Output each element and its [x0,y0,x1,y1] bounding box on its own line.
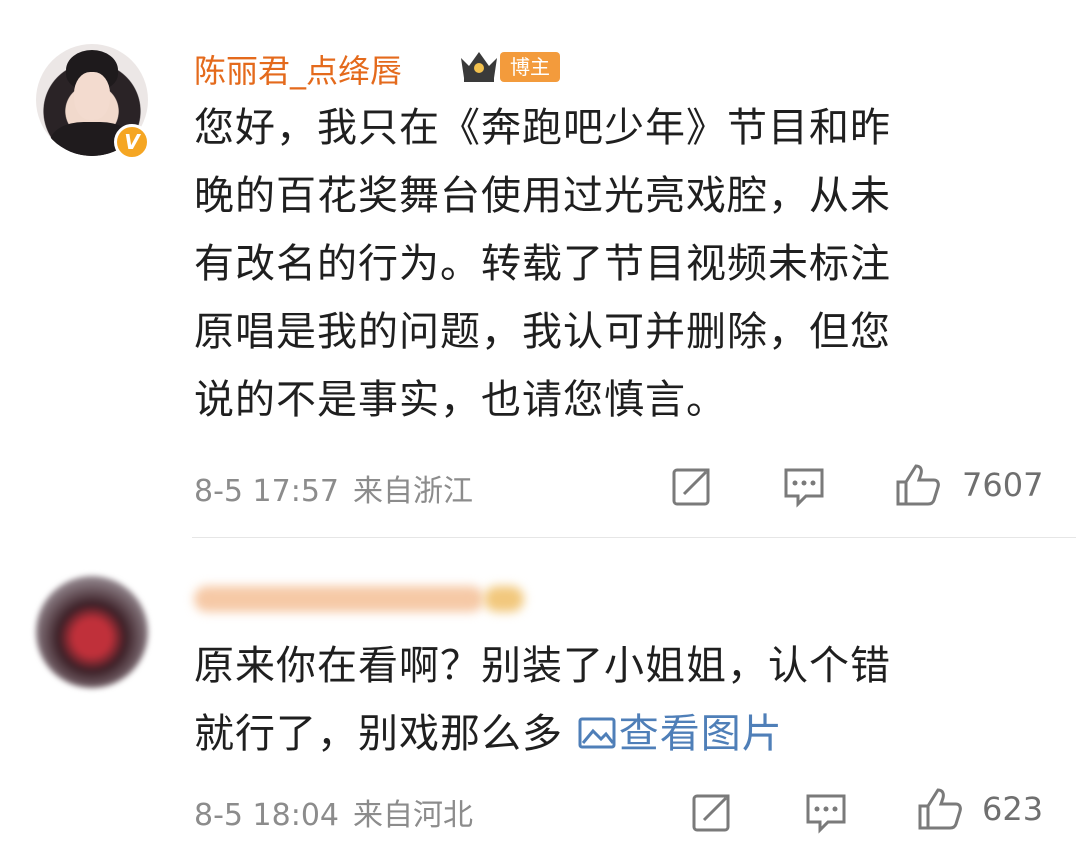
location: 来自浙江 [353,474,473,509]
location: 来自河北 [353,798,473,833]
comment-text: 原来你在看啊？别装了小姐姐，认个错 就行了，别戏那么多 查看图片 [194,632,1014,768]
comment-item: 原来你在看啊？别装了小姐姐，认个错 就行了，别戏那么多 查看图片 8-5 18:… [0,540,1076,852]
comment-line: 有改名的行为。转载了节目视频未标注 [194,241,891,287]
comment-line: 晚的百花奖舞台使用过光亮戏腔，从未 [194,173,891,219]
timestamp: 8-5 17:57 [194,474,339,509]
image-icon [578,717,616,749]
comment-meta: 8-5 17:57 来自浙江 [194,466,473,510]
blurred-badge [484,586,524,612]
comment-line: 说的不是事实，也请您慎言。 [194,377,727,423]
like-count: 7607 [962,466,1044,504]
view-image-label: 查看图片 [618,711,783,757]
comment-line: 原唱是我的问题，我认可并删除，但您 [194,309,891,355]
comment-line-text: 就行了，别戏那么多 [194,711,563,757]
role-badge: 博主 [500,52,560,82]
username[interactable]: 陈丽君_点绛唇 [194,46,402,92]
verified-badge: V [114,124,150,160]
avatar[interactable] [36,576,148,688]
repost-icon[interactable] [690,790,734,834]
reply-icon[interactable] [804,792,848,834]
repost-icon[interactable] [670,464,714,508]
comment-line: 原来你在看啊？别装了小姐姐，认个错 [194,643,891,689]
like-count: 623 [982,790,1044,828]
comment-text: 您好，我只在《奔跑吧少年》节目和昨 晚的百花奖舞台使用过光亮戏腔，从未 有改名的… [194,94,1014,434]
divider [192,537,1076,538]
blurred-username [194,586,484,612]
crown-icon [461,52,497,82]
like-icon[interactable] [916,786,964,832]
view-image-link[interactable]: 查看图片 [577,711,783,757]
like-icon[interactable] [894,462,942,508]
comment-line: 就行了，别戏那么多 查看图片 [194,700,1014,768]
comment-meta: 8-5 18:04 来自河北 [194,790,473,834]
comment-item: V 陈丽君_点绛唇 博主 您好，我只在《奔跑吧少年》节目和昨 晚的百花奖舞台使用… [0,0,1076,530]
comment-line: 您好，我只在《奔跑吧少年》节目和昨 [194,105,891,151]
reply-icon[interactable] [782,466,826,508]
timestamp: 8-5 18:04 [194,798,339,833]
